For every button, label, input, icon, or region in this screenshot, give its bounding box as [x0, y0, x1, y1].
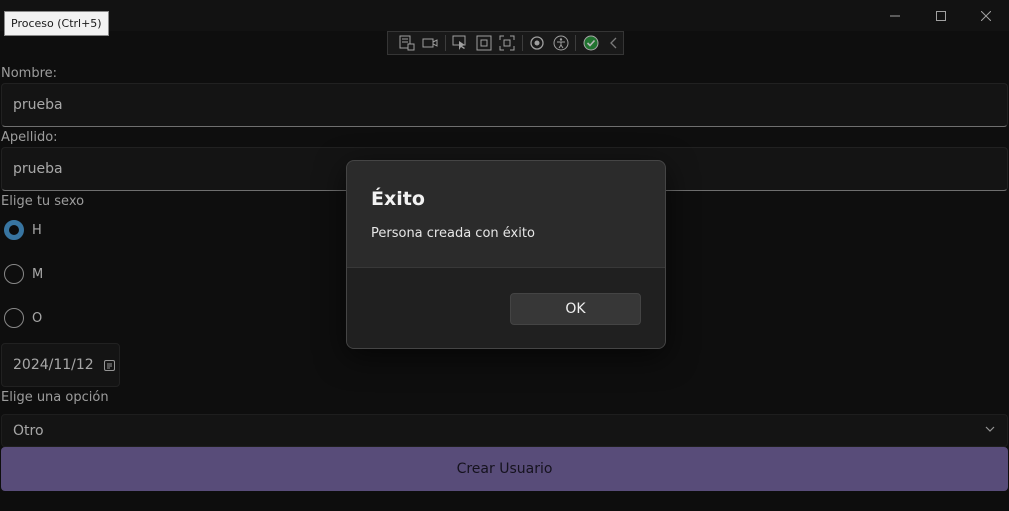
tooltip: Proceso (Ctrl+5)	[4, 11, 109, 36]
dialog-footer: OK	[347, 267, 665, 348]
dialog-content: Éxito Persona creada con éxito	[347, 161, 665, 267]
ok-button[interactable]: OK	[510, 293, 641, 325]
dialog-title: Éxito	[371, 188, 425, 210]
dialog-message: Persona creada con éxito	[371, 226, 535, 241]
success-dialog: Éxito Persona creada con éxito OK	[346, 160, 666, 349]
